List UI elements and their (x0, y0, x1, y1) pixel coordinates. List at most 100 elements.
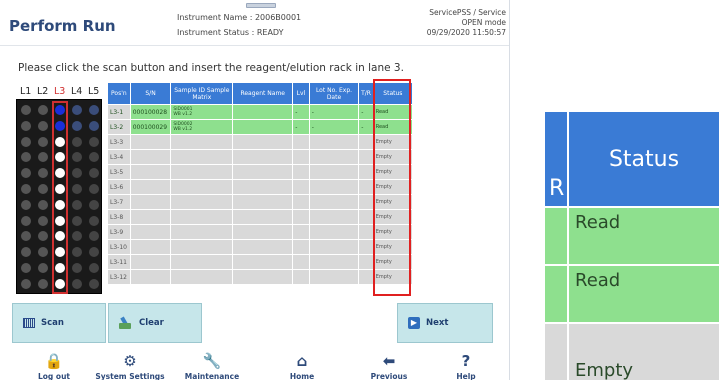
rack-well (55, 199, 65, 210)
serial-cell (129, 269, 172, 285)
serial-cell: 000100028 (129, 104, 172, 120)
nav-help[interactable]: ? Help (426, 353, 506, 380)
lot-cell (308, 134, 360, 150)
rack-well (38, 120, 48, 131)
chevron-right-icon: ▶ (408, 317, 420, 329)
serial-cell (129, 149, 172, 165)
zoom-header-fragment: R (549, 176, 565, 201)
rack-well (72, 120, 82, 131)
table-row[interactable]: L3-2 000100029 SID0002 WB v1.2- - - Read (107, 119, 414, 135)
tr-cell (358, 239, 374, 255)
level-cell (292, 239, 310, 255)
rack-well (72, 105, 82, 115)
rack-well (38, 168, 48, 179)
position-cell: L3-10 (107, 239, 131, 255)
scan-button[interactable]: Scan (12, 303, 106, 343)
table-row[interactable]: L3-11 Empty (107, 254, 414, 270)
level-cell (292, 164, 310, 180)
table-row[interactable]: L3-10 Empty (107, 239, 414, 255)
rack-well (55, 231, 65, 242)
help-icon: ? (461, 352, 471, 370)
wrench-icon: 🔧 (202, 352, 222, 370)
rack-well (21, 247, 31, 258)
zoom-status-header: Status (569, 112, 719, 206)
rack-well (55, 247, 65, 258)
table-row[interactable]: L3-1 000100028 SID0001 WB v1.2- - - Read (107, 104, 414, 120)
rack-well (89, 120, 99, 131)
reagent-cell (232, 239, 294, 255)
rack-well (55, 184, 65, 194)
nav-previous[interactable]: ⬅ Previous (349, 353, 429, 380)
reagent-cell (232, 194, 294, 210)
rack-well (89, 247, 99, 258)
sample-id-cell (170, 134, 234, 150)
sample-id-cell (170, 179, 234, 195)
table-row[interactable]: L3-5 Empty (107, 164, 414, 180)
rack-lane-labels: L1 L2 L3 L4 L5 (20, 86, 100, 98)
table-row[interactable]: L3-8 Empty (107, 209, 414, 225)
user-info: ServicePSS / Service OPEN mode 09/29/202… (427, 8, 506, 38)
table-row[interactable]: L3-12 Empty (107, 269, 414, 285)
nav-logout[interactable]: 🔒 Log out (14, 353, 94, 380)
rack-well (72, 136, 82, 147)
position-cell: L3-4 (107, 149, 131, 165)
rack-well (72, 199, 82, 210)
instruction-text: Please click the scan button and insert … (18, 62, 404, 74)
rack-well (89, 199, 99, 210)
rack-well (89, 136, 99, 147)
rack-well (21, 184, 31, 194)
drag-handle[interactable] (246, 3, 276, 8)
level-cell (292, 254, 310, 270)
sample-matrix: WB v1.2 (173, 112, 193, 117)
tr-cell (358, 134, 374, 150)
lane-label: L1 (20, 86, 32, 97)
rack-well (38, 278, 48, 289)
clear-button[interactable]: Clear (108, 303, 202, 343)
zoom-header-left: R (545, 112, 567, 206)
next-button[interactable]: ▶ Next (397, 303, 493, 343)
nav-home[interactable]: ⌂ Home (262, 353, 342, 380)
rack-well (72, 184, 82, 194)
zoom-row-left (545, 266, 567, 322)
col-header-serial: S/N (129, 82, 172, 105)
barcode-icon (23, 318, 35, 328)
position-cell: L3-8 (107, 209, 131, 225)
lane-label: L5 (88, 86, 100, 97)
reagent-cell (232, 164, 294, 180)
reagent-cell (232, 224, 294, 240)
lot-cell: - (308, 104, 360, 120)
table-row[interactable]: L3-6 Empty (107, 179, 414, 195)
eraser-icon (119, 317, 133, 329)
datetime-label: 09/29/2020 11:50:57 (426, 28, 506, 37)
lot-cell (308, 224, 360, 240)
lot-cell (308, 164, 360, 180)
tr-cell (358, 164, 374, 180)
rack-well (89, 152, 99, 163)
rack-well (55, 168, 65, 179)
nav-maintenance[interactable]: 🔧 Maintenance (172, 353, 252, 380)
rack-column (53, 102, 67, 293)
tr-cell (358, 149, 374, 165)
reagent-cell (232, 119, 294, 135)
level-cell (292, 194, 310, 210)
tr-cell: - (358, 104, 374, 120)
serial-cell (129, 254, 172, 270)
nav-system-settings[interactable]: ⚙ System Settings (90, 353, 170, 380)
table-row[interactable]: L3-9 Empty (107, 224, 414, 240)
position-cell: L3-9 (107, 224, 131, 240)
zoom-row-left (545, 324, 567, 380)
level-cell: - (292, 119, 310, 135)
reagent-cell (232, 134, 294, 150)
rack-column (36, 102, 50, 293)
table-row[interactable]: L3-3 Empty (107, 134, 414, 150)
table-row[interactable]: L3-4 Empty (107, 149, 414, 165)
lane-label: L4 (71, 86, 83, 97)
rack-well (38, 105, 48, 115)
reagent-cell (232, 179, 294, 195)
rack-well (55, 105, 65, 115)
level-cell (292, 134, 310, 150)
clear-label: Clear (139, 318, 164, 328)
zoom-status-cell: Empty (569, 324, 719, 380)
table-row[interactable]: L3-7 Empty (107, 194, 414, 210)
tr-cell (358, 254, 374, 270)
